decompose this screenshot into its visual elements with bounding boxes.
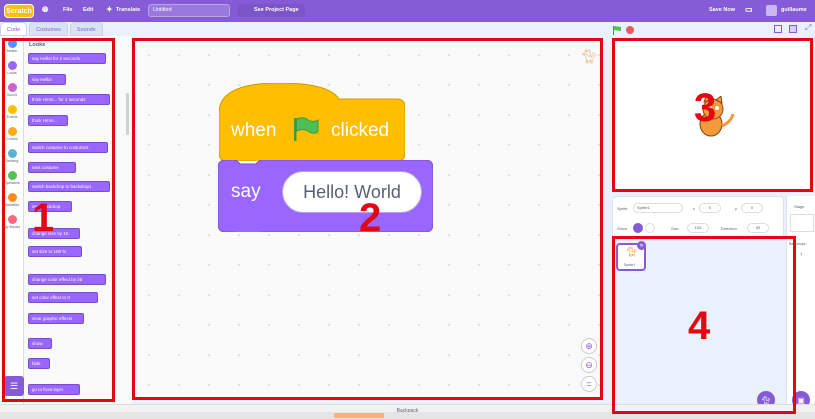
y-input[interactable]: 0 — [741, 203, 763, 213]
palette-icon[interactable]: ✦ — [106, 5, 113, 14]
small-stage-button[interactable] — [774, 25, 782, 33]
eye-icon[interactable] — [633, 223, 643, 233]
annotation-number-4: 4 — [688, 304, 711, 348]
backdrop-thumbnail[interactable] — [790, 214, 814, 232]
avatar[interactable] — [766, 5, 777, 16]
scratch-logo[interactable]: Scratch — [4, 4, 34, 18]
palette-scrollbar[interactable] — [126, 93, 129, 135]
direction-input[interactable]: 90 — [747, 223, 769, 233]
username[interactable]: guillaume — [781, 7, 807, 13]
menu-edit[interactable]: Edit — [83, 7, 93, 13]
backdrops-count: 1 — [800, 251, 803, 256]
direction-label: Direction — [721, 226, 737, 231]
annotation-box-1 — [2, 38, 115, 402]
x-input[interactable]: 0 — [699, 203, 721, 213]
globe-icon[interactable]: 🌐︎ — [42, 5, 48, 15]
annotation-number-2: 2 — [359, 196, 382, 240]
sprite-name-input[interactable]: Sprite1 — [633, 203, 683, 213]
menu-translate[interactable]: Translate — [116, 7, 140, 13]
stop-button[interactable] — [626, 26, 634, 34]
eye-off-icon[interactable] — [645, 223, 655, 233]
size-label: Size — [671, 226, 679, 231]
show-label: Show — [617, 226, 628, 231]
menu-file[interactable]: File — [63, 7, 72, 13]
tab-code[interactable]: Code — [0, 22, 28, 36]
tab-costumes[interactable]: Costumes — [29, 22, 68, 36]
annotation-number-3: 3 — [694, 86, 717, 130]
sprite-info-panel: Sprite Sprite1 x 0 y 0 Show Size 100 Dir… — [612, 196, 784, 240]
folder-icon[interactable]: ▭ — [745, 5, 753, 14]
size-input[interactable]: 100 — [687, 223, 709, 233]
annotation-number-1: 1 — [32, 196, 55, 240]
scrollbar-thumb[interactable] — [334, 413, 384, 418]
stage-label: Stage — [794, 204, 805, 209]
large-stage-button[interactable] — [789, 25, 797, 33]
green-flag-button[interactable] — [612, 25, 622, 35]
menu-bar: Scratch 🌐︎ File Edit ✦ Translate Untitle… — [0, 0, 815, 22]
editor-tabs: Code Costumes Sounds — [0, 22, 130, 36]
x-label: x — [693, 206, 695, 211]
y-label: y — [735, 206, 737, 211]
tab-sounds[interactable]: Sounds — [69, 22, 103, 36]
fullscreen-icon[interactable]: ⤢ — [805, 23, 811, 33]
see-project-page-button[interactable]: See Project Page — [237, 4, 305, 17]
save-now-button[interactable]: Save Now — [709, 7, 735, 13]
project-title-input[interactable]: Untitled — [148, 4, 230, 17]
sprite-label: Sprite — [617, 206, 628, 211]
